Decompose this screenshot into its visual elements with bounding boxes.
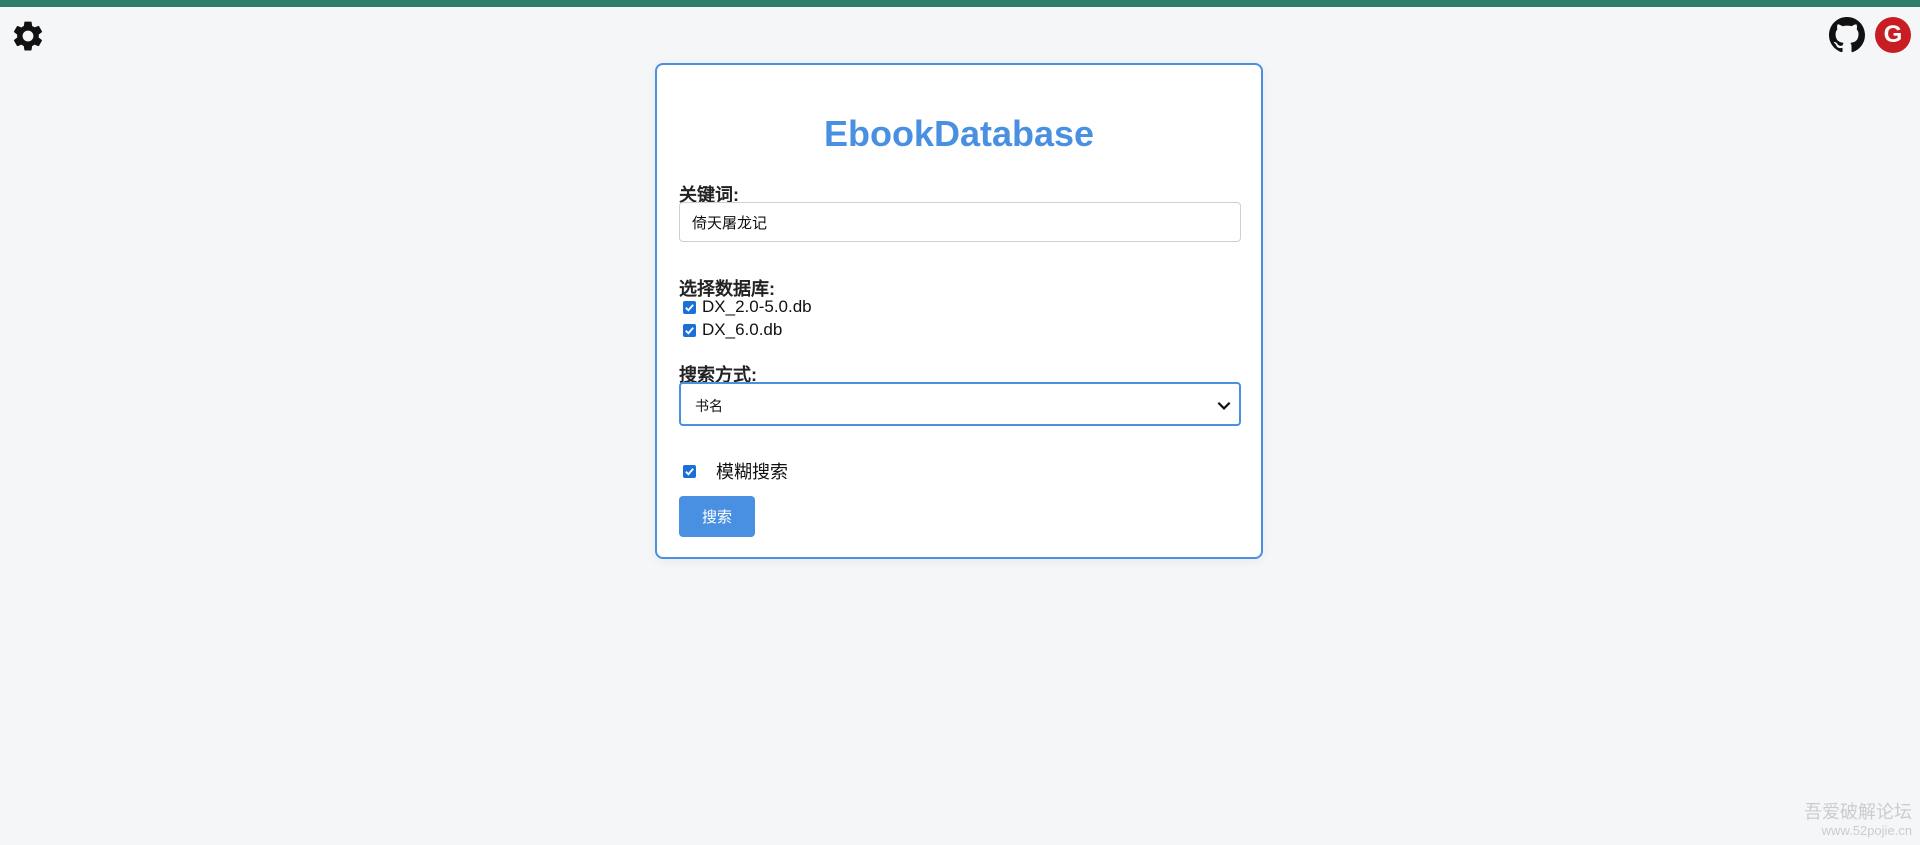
database-2-name: DX_6.0.db xyxy=(702,320,783,339)
keyword-input[interactable] xyxy=(679,202,1241,242)
search-mode-value: 书名 xyxy=(695,398,723,414)
database-1-name: DX_2.0-5.0.db xyxy=(702,297,812,316)
check-icon xyxy=(685,326,694,335)
app-title: EbookDatabase xyxy=(823,113,1095,154)
search-button[interactable]: 搜索 xyxy=(679,496,755,537)
fuzzy-search-option[interactable]: 模糊搜索 xyxy=(683,458,788,484)
search-form-card: EbookDatabase 关键词: 选择数据库: DX_2.0-5.0.db … xyxy=(655,63,1263,559)
database-2-checkbox[interactable] xyxy=(683,323,696,337)
fuzzy-search-label: 模糊搜索 xyxy=(716,462,788,482)
search-mode-select[interactable]: 书名 xyxy=(679,382,1241,426)
check-icon xyxy=(685,303,694,312)
watermark: 吾爱破解论坛 www.52pojie.cn xyxy=(1804,801,1912,839)
database-1-checkbox[interactable] xyxy=(683,300,696,314)
settings-gear-icon[interactable] xyxy=(10,18,46,54)
top-accent-bar xyxy=(0,0,1920,7)
watermark-line-1: 吾爱破解论坛 xyxy=(1804,802,1912,822)
chevron-down-icon xyxy=(1217,401,1231,410)
check-icon xyxy=(685,467,694,476)
gitee-icon[interactable]: G xyxy=(1875,17,1911,53)
github-icon[interactable] xyxy=(1829,17,1865,53)
database-option-2[interactable]: DX_6.0.db xyxy=(683,320,782,340)
database-option-1[interactable]: DX_2.0-5.0.db xyxy=(683,297,812,317)
fuzzy-search-checkbox[interactable] xyxy=(683,464,696,478)
gitee-letter: G xyxy=(1883,21,1903,48)
watermark-line-2: www.52pojie.cn xyxy=(1821,823,1912,838)
